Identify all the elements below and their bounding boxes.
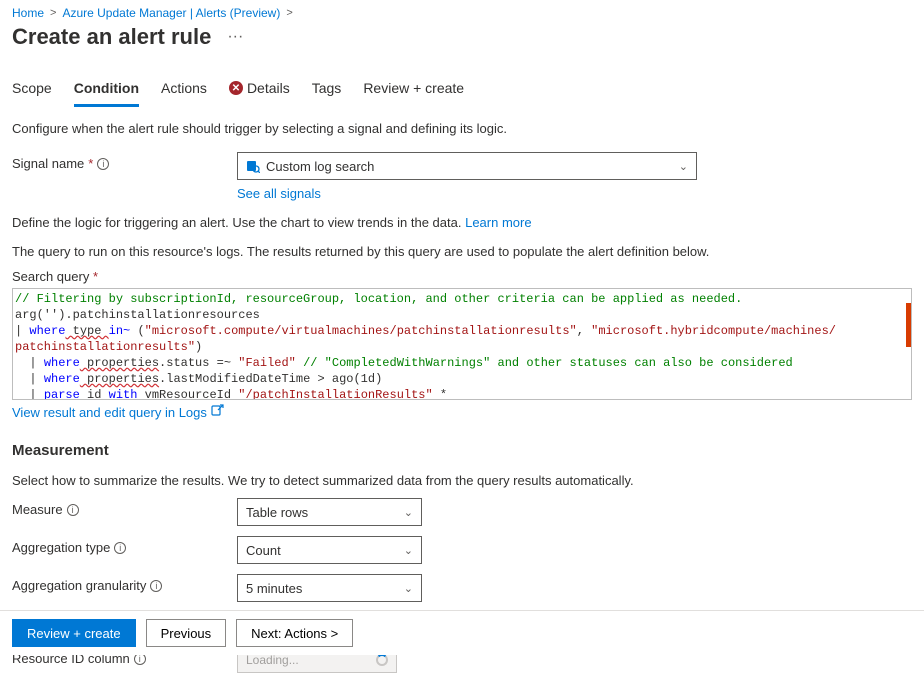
search-query-label: Search query — [12, 269, 89, 284]
measure-value: Table rows — [246, 505, 308, 520]
required-indicator: * — [93, 269, 98, 284]
view-result-logs-link[interactable]: View result and edit query in Logs — [12, 405, 207, 420]
tab-details-label: Details — [247, 80, 290, 96]
chevron-down-icon: ⌄ — [679, 160, 688, 173]
aggregation-granularity-select[interactable]: 5 minutes ⌄ — [237, 574, 422, 602]
info-icon[interactable]: i — [97, 158, 109, 170]
aggregation-granularity-value: 5 minutes — [246, 581, 302, 596]
tab-actions[interactable]: Actions — [161, 74, 207, 107]
measurement-description: Select how to summarize the results. We … — [12, 473, 912, 488]
breadcrumb: Home > Azure Update Manager | Alerts (Pr… — [12, 0, 912, 20]
spinner-icon — [376, 654, 388, 666]
breadcrumb-parent[interactable]: Azure Update Manager | Alerts (Preview) — [62, 6, 280, 20]
more-actions-button[interactable]: ··· — [221, 29, 249, 46]
aggregation-type-select[interactable]: Count ⌄ — [237, 536, 422, 564]
chevron-down-icon: ⌄ — [404, 544, 413, 557]
measure-label: Measure — [12, 502, 63, 517]
tab-review[interactable]: Review + create — [363, 74, 464, 107]
next-button[interactable]: Next: Actions > — [236, 619, 353, 647]
query-description: The query to run on this resource's logs… — [12, 244, 912, 259]
chevron-right-icon: > — [50, 7, 56, 19]
chevron-down-icon: ⌄ — [404, 506, 413, 519]
error-icon: ✕ — [229, 81, 243, 95]
query-error-marker — [906, 303, 911, 347]
review-create-button[interactable]: Review + create — [12, 619, 136, 647]
tab-scope[interactable]: Scope — [12, 74, 52, 107]
logic-description: Define the logic for triggering an alert… — [12, 215, 461, 230]
learn-more-link[interactable]: Learn more — [465, 215, 531, 230]
previous-button[interactable]: Previous — [146, 619, 227, 647]
chevron-down-icon: ⌄ — [404, 582, 413, 595]
aggregation-type-value: Count — [246, 543, 281, 558]
tab-condition[interactable]: Condition — [74, 74, 139, 107]
info-icon[interactable]: i — [150, 580, 162, 592]
footer-action-bar: Review + create Previous Next: Actions > — [0, 610, 924, 655]
condition-description: Configure when the alert rule should tri… — [12, 121, 912, 136]
required-indicator: * — [88, 156, 93, 171]
breadcrumb-home[interactable]: Home — [12, 6, 44, 20]
aggregation-type-label: Aggregation type — [12, 540, 110, 555]
external-link-icon — [211, 404, 224, 420]
measurement-heading: Measurement — [12, 442, 912, 459]
log-search-icon — [246, 159, 260, 173]
resource-id-column-value: Loading... — [246, 653, 299, 667]
see-all-signals-link[interactable]: See all signals — [237, 186, 321, 201]
tab-tags[interactable]: Tags — [312, 74, 342, 107]
chevron-right-icon: > — [286, 7, 292, 19]
page-title: Create an alert rule — [12, 24, 211, 50]
signal-name-value: Custom log search — [266, 159, 374, 174]
tabs: Scope Condition Actions ✕ Details Tags R… — [12, 74, 912, 107]
info-icon[interactable]: i — [67, 504, 79, 516]
signal-name-select[interactable]: Custom log search ⌄ — [237, 152, 697, 180]
aggregation-granularity-label: Aggregation granularity — [12, 578, 146, 593]
search-query-editor[interactable]: // Filtering by subscriptionId, resource… — [12, 288, 912, 400]
info-icon[interactable]: i — [114, 542, 126, 554]
tab-details[interactable]: ✕ Details — [229, 74, 290, 107]
signal-name-label: Signal name — [12, 156, 84, 171]
measure-select[interactable]: Table rows ⌄ — [237, 498, 422, 526]
